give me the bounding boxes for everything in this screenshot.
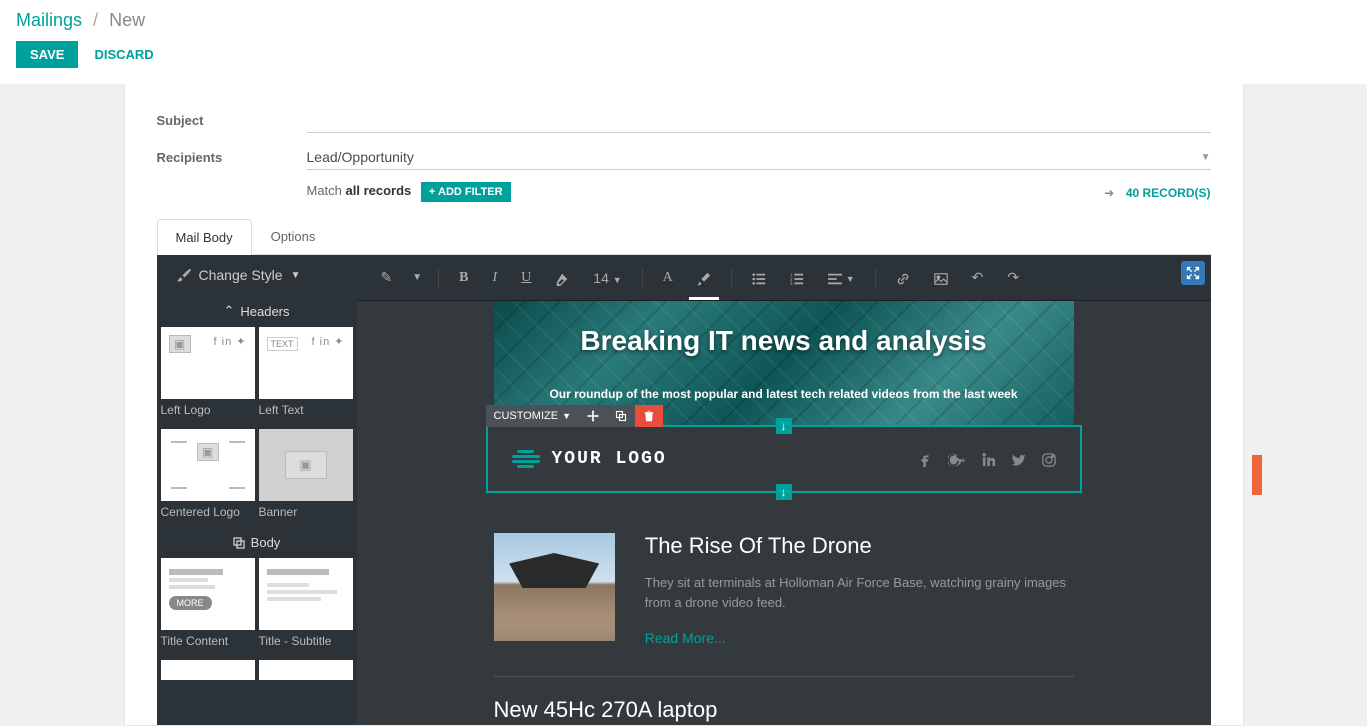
italic-button[interactable]: I [488, 266, 501, 290]
save-button[interactable]: SAVE [16, 41, 78, 68]
article-block-2[interactable]: New 45Hc 270A laptop [494, 676, 1074, 723]
breadcrumb-current: New [109, 10, 145, 30]
linkedin-icon[interactable] [982, 451, 996, 468]
records-link[interactable]: 40 RECORD(S) [1126, 186, 1211, 200]
arrow-down-handle-top[interactable]: ↓ [776, 418, 792, 434]
svg-text:3: 3 [790, 281, 793, 286]
subject-label: Subject [157, 113, 307, 128]
arrow-down-handle-bottom[interactable]: ↓ [776, 484, 792, 500]
subject-input[interactable] [307, 108, 1211, 133]
recipients-value: Lead/Opportunity [307, 149, 414, 165]
image-icon: ▣ [169, 335, 191, 353]
brush-icon [177, 268, 191, 282]
facebook-icon[interactable] [918, 451, 932, 468]
breadcrumb-root[interactable]: Mailings [16, 10, 82, 30]
chevron-up-icon: ⌃ [223, 303, 234, 319]
bg-color-button[interactable] [693, 265, 715, 289]
magic-icon[interactable]: ✎ [377, 265, 397, 290]
move-icon [587, 410, 599, 422]
article-title: The Rise Of The Drone [645, 533, 1074, 559]
text-color-button[interactable]: A [659, 266, 677, 290]
move-button[interactable] [579, 405, 607, 427]
recipients-select[interactable]: Lead/Opportunity ▼ [307, 145, 1211, 170]
undo-button[interactable]: ↶ [968, 265, 988, 290]
list-ol-button[interactable]: 123 [786, 265, 808, 289]
instagram-icon[interactable] [1042, 451, 1056, 468]
align-button[interactable]: ▼ [824, 265, 859, 289]
social-icons-mini: f in ✦ [214, 335, 247, 348]
logo-icon [512, 445, 540, 473]
eraser-icon[interactable] [551, 265, 573, 289]
chevron-down-icon[interactable]: ▼ [412, 272, 422, 283]
caret-down-icon: ▼ [1201, 152, 1211, 163]
breadcrumb-sep: / [93, 10, 98, 30]
expand-button[interactable] [1181, 261, 1205, 285]
match-text: Match all records [307, 183, 415, 198]
expand-icon [1186, 266, 1200, 280]
orange-strip-right [1252, 455, 1262, 495]
discard-button[interactable]: DISCARD [94, 47, 153, 62]
underline-button[interactable]: U [517, 266, 535, 290]
clone-button[interactable] [607, 405, 635, 427]
block-title-subtitle[interactable]: Title - Subtitle [259, 558, 353, 656]
block-centered-logo[interactable]: ▣ Centered Logo [161, 429, 255, 527]
redo-button[interactable]: ↷ [1003, 265, 1023, 290]
copy-icon [233, 537, 245, 549]
link-button[interactable] [892, 265, 914, 289]
article-title: New 45Hc 270A laptop [494, 697, 1074, 723]
image-icon: ▣ [197, 443, 219, 461]
logo: YOUR LOGO [512, 445, 667, 473]
editor-toolbar: ✎ ▼ B I U 14 ▼ A 123 ▼ [357, 255, 1211, 301]
bold-button[interactable]: B [455, 266, 472, 290]
google-plus-icon[interactable] [948, 451, 966, 468]
trash-icon [643, 410, 655, 422]
breadcrumb: Mailings / New [16, 10, 1351, 31]
read-more-link[interactable]: Read More... [645, 630, 726, 646]
list-ul-button[interactable] [748, 265, 770, 289]
arrow-right-icon: ➔ [1104, 186, 1114, 200]
font-size-select[interactable]: 14 ▼ [589, 266, 625, 290]
body-section-title: Body [157, 527, 357, 558]
logo-block[interactable]: CUSTOMIZE ▼ ↓ ↓ YOUR LOGO [486, 425, 1082, 493]
image-icon: ▣ [285, 451, 327, 479]
twitter-icon[interactable] [1012, 451, 1026, 468]
article-image [494, 533, 615, 641]
article-body: They sit at terminals at Holloman Air Fo… [645, 573, 1074, 612]
hero-subtitle: Our roundup of the most popular and late… [549, 387, 1017, 401]
social-icons-mini: f in ✦ [312, 335, 345, 348]
article-block[interactable]: The Rise Of The Drone They sit at termin… [494, 533, 1074, 646]
block-extra-2[interactable] [259, 660, 353, 680]
block-extra-1[interactable] [161, 660, 255, 680]
customize-button[interactable]: CUSTOMIZE ▼ [486, 405, 580, 427]
tab-options[interactable]: Options [252, 218, 335, 254]
block-left-logo[interactable]: ▣ f in ✦ Left Logo [161, 327, 255, 425]
copy-icon [615, 410, 627, 422]
block-title-content[interactable]: MORE Title Content [161, 558, 255, 656]
tab-mail-body[interactable]: Mail Body [157, 219, 252, 255]
add-filter-button[interactable]: + ADD FILTER [421, 182, 511, 202]
change-style-button[interactable]: Change Style ▼ [157, 255, 357, 295]
recipients-label: Recipients [157, 150, 307, 165]
block-banner[interactable]: ▣ Banner [259, 429, 353, 527]
delete-button[interactable] [635, 405, 663, 427]
headers-section-title: ⌃ Headers [157, 295, 357, 327]
hero-title: Breaking IT news and analysis [580, 325, 986, 357]
image-button[interactable] [930, 265, 952, 289]
block-left-text[interactable]: TEXT f in ✦ Left Text [259, 327, 353, 425]
